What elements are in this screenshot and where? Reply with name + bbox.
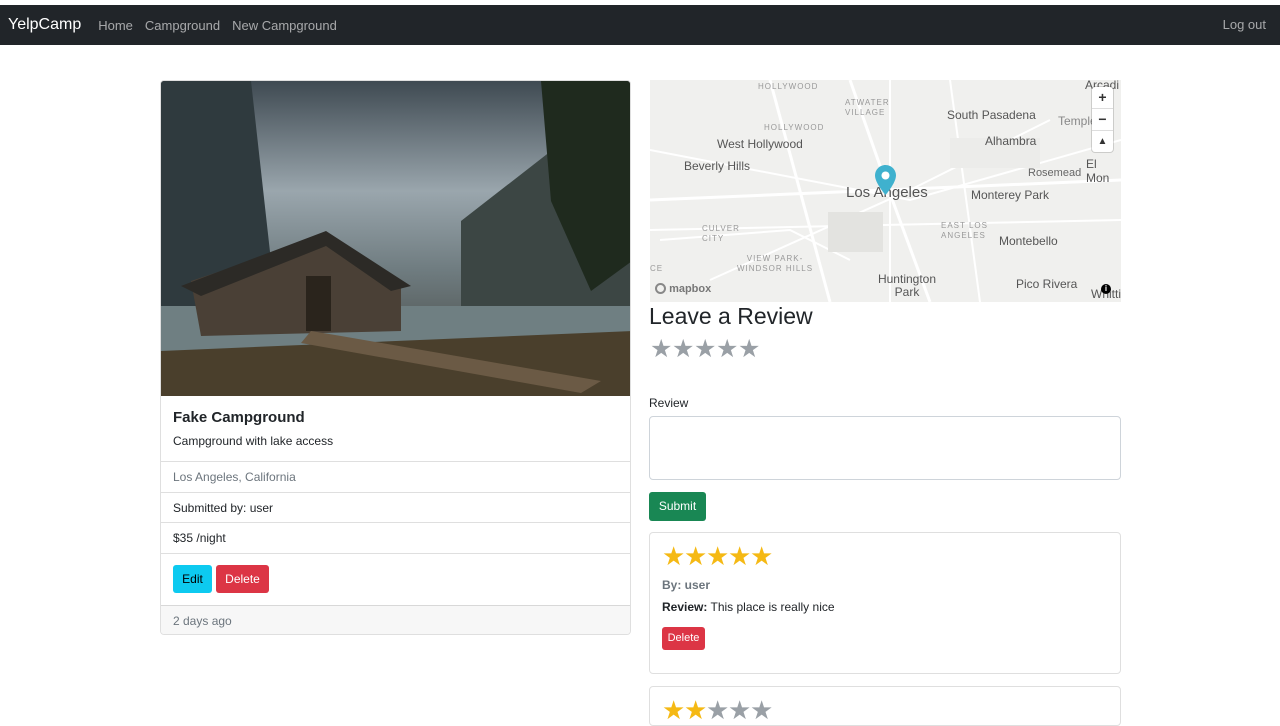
review-label: Review xyxy=(649,396,689,410)
star-icon: ★ xyxy=(684,541,708,571)
map-label-pico-rivera: Pico Rivera xyxy=(1016,277,1078,291)
review-text-body: This place is really nice xyxy=(710,600,835,614)
star-icon: ★ xyxy=(706,541,730,571)
star-icon: ★ xyxy=(662,695,686,725)
map-label-monterey-park: Monterey Park xyxy=(971,188,1050,202)
mapbox-logo: mapbox xyxy=(655,283,711,295)
map-marker-icon[interactable] xyxy=(875,165,896,195)
map-label-east-la: EAST LOS ANGELES xyxy=(941,221,988,240)
star-icon[interactable]: ★ xyxy=(672,336,694,362)
review-textarea[interactable] xyxy=(649,416,1121,480)
brand[interactable]: YelpCamp xyxy=(8,16,81,34)
nav-new-campground[interactable]: New Campground xyxy=(232,18,337,33)
review-author: By: user xyxy=(662,578,711,592)
review-text: Review: This place is really nice xyxy=(662,600,835,614)
delete-button[interactable]: Delete xyxy=(216,565,269,593)
map-label-hollywood-2: HOLLYWOOD xyxy=(764,123,825,132)
nav-campground[interactable]: Campground xyxy=(145,18,220,33)
map-label-montebello: Montebello xyxy=(999,234,1058,248)
star-icon: ★ xyxy=(728,541,752,571)
review-card: ★ ★ ★ ★ ★ By: user Review: This place is… xyxy=(649,532,1121,674)
map-label-atwater: ATWATER VILLAGE xyxy=(845,98,890,117)
map[interactable]: HOLLYWOOD ATWATER VILLAGE South Pasadena… xyxy=(650,80,1121,302)
review-stars: ★ ★ ★ ★ ★ xyxy=(662,541,774,571)
mapbox-logo-text: mapbox xyxy=(669,283,712,295)
star-icon: ★ xyxy=(728,695,752,725)
zoom-in-button[interactable]: + xyxy=(1092,87,1113,109)
campground-description: Campground with lake access xyxy=(173,434,334,448)
nav-home[interactable]: Home xyxy=(98,18,133,33)
review-delete-button[interactable]: Delete xyxy=(662,627,705,650)
edit-button[interactable]: Edit xyxy=(173,565,212,593)
submit-button[interactable]: Submit xyxy=(649,492,706,521)
info-icon[interactable]: i xyxy=(1101,284,1111,294)
star-icon: ★ xyxy=(706,695,730,725)
map-label-beverly-hills: Beverly Hills xyxy=(684,159,751,173)
star-icon: ★ xyxy=(750,541,774,571)
map-label-el-monte: El Mon xyxy=(1086,157,1110,185)
map-label-hollywood: HOLLYWOOD xyxy=(758,82,819,91)
map-controls: + − ▲ xyxy=(1092,87,1113,152)
map-label-temple: Temple xyxy=(1058,114,1097,128)
leave-review-heading: Leave a Review xyxy=(649,303,813,329)
campground-title: Fake Campground xyxy=(173,409,305,426)
star-icon: ★ xyxy=(684,695,708,725)
map-label-ce: CE xyxy=(650,264,664,273)
campground-location: Los Angeles, California xyxy=(161,461,630,492)
map-label-huntington-park: Huntington Park xyxy=(877,272,937,299)
star-rating-input[interactable]: ★ ★ ★ ★ ★ xyxy=(650,336,760,362)
compass-button[interactable]: ▲ xyxy=(1092,131,1113,152)
campground-image xyxy=(161,81,630,396)
star-icon[interactable]: ★ xyxy=(694,336,716,362)
star-icon[interactable]: ★ xyxy=(716,336,738,362)
campground-card: Fake Campground Campground with lake acc… xyxy=(160,80,631,635)
campground-timestamp: 2 days ago xyxy=(161,605,630,634)
zoom-out-button[interactable]: − xyxy=(1092,109,1113,131)
campground-price: $35 /night xyxy=(161,522,630,553)
campground-submitted-by: Submitted by: user xyxy=(161,492,630,523)
star-icon: ★ xyxy=(662,541,686,571)
map-label-culver: CULVER CITY xyxy=(702,224,740,243)
review-text-label: Review: xyxy=(662,600,708,614)
star-icon[interactable]: ★ xyxy=(650,336,672,362)
star-icon: ★ xyxy=(750,695,774,725)
map-label-view-park: VIEW PARK-WINDSOR HILLS xyxy=(736,254,814,273)
mapbox-logo-icon xyxy=(655,283,666,294)
map-label-south-pasadena: South Pasadena xyxy=(947,108,1036,122)
map-label-west-hollywood: West Hollywood xyxy=(717,137,803,151)
logout-link[interactable]: Log out xyxy=(1223,17,1266,32)
review-stars: ★ ★ ★ ★ ★ xyxy=(662,695,774,725)
map-label-alhambra: Alhambra xyxy=(985,134,1037,148)
star-icon[interactable]: ★ xyxy=(738,336,760,362)
review-card: ★ ★ ★ ★ ★ xyxy=(649,686,1121,726)
map-label-rosemead: Rosemead xyxy=(1028,167,1082,179)
navbar: YelpCamp Home Campground New Campground … xyxy=(0,5,1280,45)
